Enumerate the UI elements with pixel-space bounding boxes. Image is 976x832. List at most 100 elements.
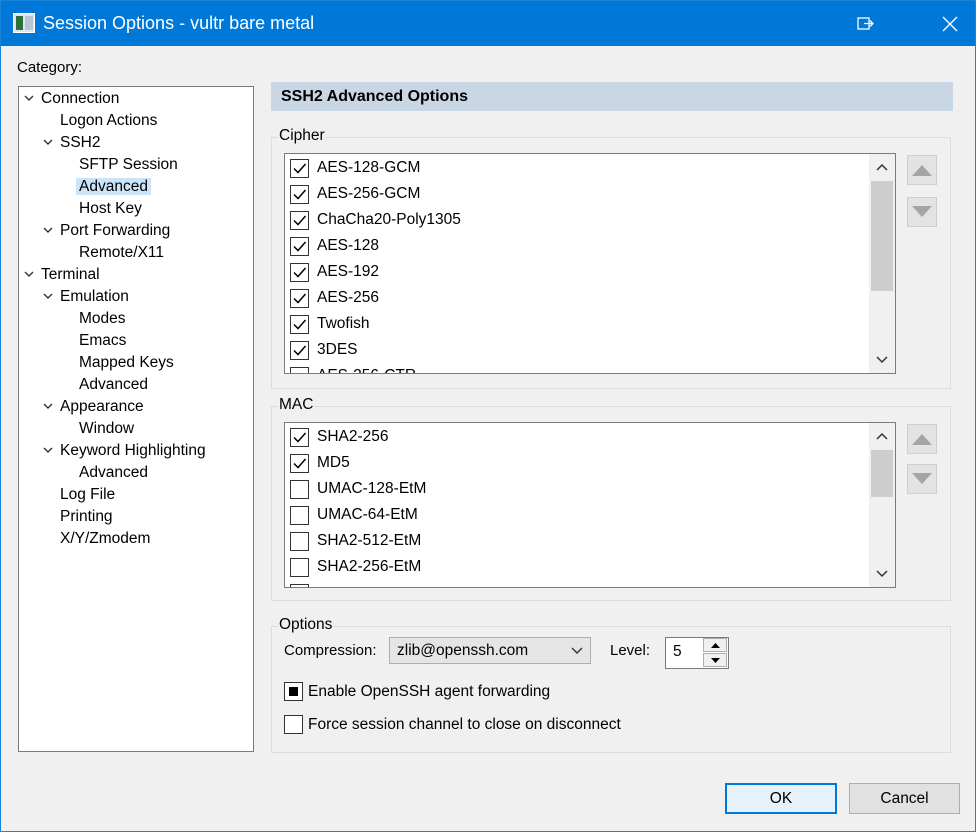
scroll-up-icon[interactable]: [869, 425, 895, 447]
tree-item-label: Printing: [60, 508, 113, 525]
tree-item[interactable]: Connection: [38, 89, 122, 109]
mac-move-up-button[interactable]: [907, 424, 937, 454]
spin-up-icon[interactable]: [703, 638, 727, 652]
tree-item[interactable]: Port Forwarding: [57, 221, 173, 241]
tree-item-label: Appearance: [60, 398, 144, 415]
cipher-list[interactable]: AES-256-CTR 3DES Twofish AES-256 AES-192 AES-…: [284, 153, 896, 374]
checkbox-icon[interactable]: [290, 532, 309, 551]
tree-item-label: Port Forwarding: [60, 222, 171, 239]
checkmark-icon[interactable]: [290, 263, 309, 282]
compression-select[interactable]: zlib@openssh.com: [389, 637, 591, 664]
checkmark-icon[interactable]: [290, 237, 309, 256]
chevron-down-icon[interactable]: [43, 139, 53, 149]
checkbox-icon[interactable]: [290, 584, 309, 587]
list-item-label: ChaCha20-Poly1305: [317, 211, 461, 228]
tree-item-label: Connection: [41, 90, 120, 107]
level-stepper[interactable]: [702, 638, 728, 668]
cancel-button[interactable]: Cancel: [849, 783, 960, 814]
list-item-label: AES-128: [317, 237, 380, 254]
mac-list[interactable]: SHA2-256-EtM SHA2-512-EtM UMAC-64-EtM UMAC-…: [284, 422, 896, 588]
tree-item[interactable]: SSH2: [57, 133, 104, 153]
chevron-down-icon[interactable]: [43, 403, 53, 413]
tree-item[interactable]: Remote/X11: [76, 243, 167, 263]
tree-item-label: Window: [79, 420, 135, 437]
scroll-down-icon[interactable]: [869, 349, 895, 371]
tree-item[interactable]: Mapped Keys: [76, 353, 177, 373]
checkmark-icon[interactable]: [290, 211, 309, 230]
app-icon: [13, 13, 35, 33]
tree-item[interactable]: Terminal: [38, 265, 103, 285]
list-item-label: SHA2-256: [317, 428, 389, 445]
tree-item[interactable]: X/Y/Zmodem: [57, 529, 153, 549]
window-title: Session Options - vultr bare metal: [43, 13, 315, 33]
chevron-down-icon[interactable]: [43, 447, 53, 457]
checkmark-icon[interactable]: [290, 315, 309, 334]
tree-item-label: Emacs: [79, 332, 127, 349]
cipher-move-down-button[interactable]: [907, 197, 937, 227]
ok-button[interactable]: OK: [725, 783, 837, 814]
list-item-label: AES-256: [317, 289, 380, 306]
tree-item[interactable]: SFTP Session: [76, 155, 181, 175]
checkmark-icon[interactable]: [290, 341, 309, 360]
scroll-thumb[interactable]: [871, 450, 893, 497]
checkbox-icon[interactable]: [290, 367, 309, 373]
list-item-label: Twofish: [317, 315, 370, 332]
level-value: 5: [673, 643, 682, 660]
chevron-down-icon[interactable]: [24, 271, 34, 281]
tree-item[interactable]: Advanced: [76, 177, 151, 197]
checkmark-icon[interactable]: [290, 289, 309, 308]
tree-item[interactable]: Appearance: [57, 397, 147, 417]
tree-item-label: Terminal: [41, 266, 100, 283]
tree-item[interactable]: Advanced: [76, 375, 151, 395]
list-item-label: MD5: [317, 454, 350, 471]
close-icon[interactable]: [927, 1, 973, 46]
list-item-label: AES-192: [317, 263, 380, 280]
tree-item-label: Modes: [79, 310, 126, 327]
force-close-label: Force session channel to close on discon…: [308, 716, 621, 733]
mac-move-down-button[interactable]: [907, 464, 937, 494]
category-tree[interactable]: Connection Logon Actions SSH2 SFTP Session A…: [18, 86, 254, 752]
tree-item[interactable]: Modes: [76, 309, 129, 329]
scroll-down-icon[interactable]: [869, 563, 895, 585]
tree-item-label: Advanced: [76, 178, 151, 195]
session-options-dialog: Session Options - vultr bare metal Categ…: [0, 0, 976, 832]
tree-item[interactable]: Emulation: [57, 287, 132, 307]
tree-item[interactable]: Emacs: [76, 331, 129, 351]
checkmark-icon[interactable]: [290, 159, 309, 178]
checkmark-icon[interactable]: [290, 185, 309, 204]
checkbox-icon[interactable]: [284, 715, 303, 734]
checkmark-icon[interactable]: [290, 454, 309, 473]
tree-item[interactable]: Printing: [57, 507, 116, 527]
compression-value: zlib@openssh.com: [397, 642, 529, 659]
tree-item[interactable]: Logon Actions: [57, 111, 160, 131]
chevron-down-icon[interactable]: [24, 95, 34, 105]
scroll-thumb[interactable]: [871, 181, 893, 291]
spin-down-icon[interactable]: [703, 653, 727, 667]
chevron-down-icon[interactable]: [43, 227, 53, 237]
tree-item[interactable]: Host Key: [76, 199, 145, 219]
chevron-down-icon[interactable]: [43, 293, 53, 303]
tree-item-label: Remote/X11: [79, 244, 165, 261]
tree-item[interactable]: Advanced: [76, 463, 151, 483]
checkbox-icon[interactable]: [290, 506, 309, 525]
scroll-up-icon[interactable]: [869, 156, 895, 178]
compression-label: Compression:: [284, 642, 377, 659]
category-label: Category:: [17, 59, 83, 76]
pin-icon[interactable]: [843, 1, 889, 46]
tree-item-label: Logon Actions: [60, 112, 158, 129]
mac-scrollbar[interactable]: [869, 423, 895, 587]
title-bar[interactable]: Session Options - vultr bare metal: [1, 1, 975, 46]
tree-item-label: Advanced: [79, 464, 148, 481]
tree-item[interactable]: Log File: [57, 485, 118, 505]
tree-item[interactable]: Keyword Highlighting: [57, 441, 209, 461]
cipher-scrollbar[interactable]: [869, 154, 895, 373]
checkbox-indeterminate-icon[interactable]: [284, 682, 303, 701]
checkbox-icon[interactable]: [290, 480, 309, 499]
tree-item[interactable]: Window: [76, 419, 137, 439]
checkmark-icon[interactable]: [290, 428, 309, 447]
options-group-label: Options: [278, 616, 334, 634]
cipher-move-up-button[interactable]: [907, 155, 937, 185]
checkbox-icon[interactable]: [290, 558, 309, 577]
list-item-label: SHA2-256-EtM: [317, 558, 422, 575]
tree-item-label: Emulation: [60, 288, 129, 305]
